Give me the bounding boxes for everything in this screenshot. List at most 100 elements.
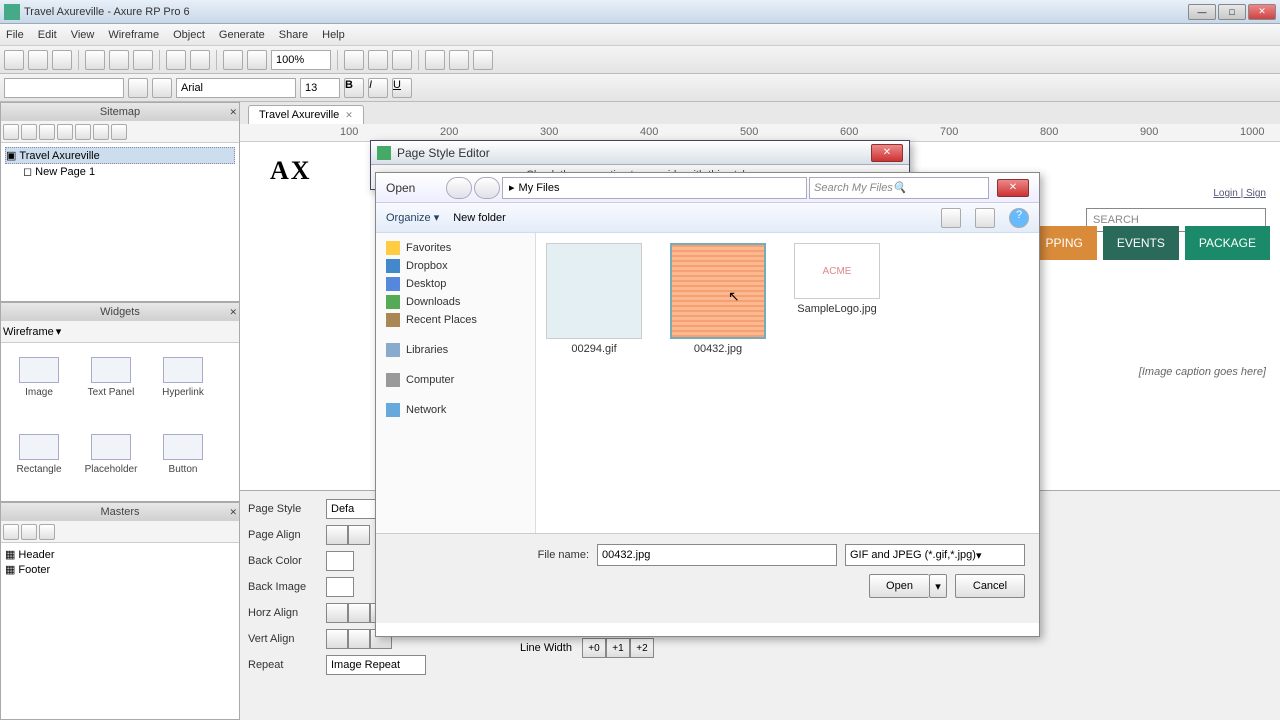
fontsize-select[interactable]: 13 <box>300 78 340 98</box>
italic-button[interactable]: I <box>368 78 388 98</box>
tree-child[interactable]: ◻ New Page 1 <box>23 164 235 179</box>
view-mode-button[interactable] <box>941 208 961 228</box>
masters-close-icon[interactable]: ✕ <box>229 507 237 518</box>
widget-button[interactable]: Button <box>149 424 217 484</box>
widget-hyperlink[interactable]: Hyperlink <box>149 347 217 407</box>
side-dropbox[interactable]: Dropbox <box>376 257 535 275</box>
tree-root[interactable]: ▣ Travel Axureville <box>5 147 235 164</box>
undo-button[interactable] <box>166 50 186 70</box>
lw-0[interactable]: +0 <box>582 638 606 658</box>
redo-button[interactable] <box>190 50 210 70</box>
computer-group[interactable]: Computer <box>376 371 535 389</box>
search-page-button[interactable] <box>111 124 127 140</box>
master-tool-b[interactable] <box>21 524 37 540</box>
paint-button[interactable] <box>128 78 148 98</box>
widget-image[interactable]: Image <box>5 347 73 407</box>
new-folder-button[interactable]: New folder <box>453 212 506 224</box>
new-button[interactable] <box>4 50 24 70</box>
minimize-button[interactable]: — <box>1188 4 1216 20</box>
tool-b[interactable] <box>247 50 267 70</box>
menu-generate[interactable]: Generate <box>219 29 265 41</box>
network-group[interactable]: Network <box>376 401 535 419</box>
save-button[interactable] <box>52 50 72 70</box>
widget-textpanel[interactable]: Text Panel <box>77 347 145 407</box>
tab-close-icon[interactable]: ✕ <box>345 110 353 121</box>
preview-pane-button[interactable] <box>975 208 995 228</box>
align-left-button[interactable] <box>344 50 364 70</box>
help-button[interactable]: ? <box>1009 208 1029 228</box>
align-right-button[interactable] <box>392 50 412 70</box>
move-down-button[interactable] <box>39 124 55 140</box>
halign-l[interactable] <box>326 603 348 623</box>
valign-t[interactable] <box>326 629 348 649</box>
organize-menu[interactable]: Organize ▾ <box>386 211 439 224</box>
zoom-select[interactable]: 100% <box>271 50 331 70</box>
menu-share[interactable]: Share <box>279 29 308 41</box>
nav-shopping[interactable]: PPING <box>1032 226 1097 260</box>
open-button[interactable] <box>28 50 48 70</box>
cut-button[interactable] <box>85 50 105 70</box>
maximize-button[interactable]: □ <box>1218 4 1246 20</box>
lw-2[interactable]: +2 <box>630 638 654 658</box>
add-page-button[interactable] <box>3 124 19 140</box>
breadcrumb[interactable]: ▸ My Files <box>502 177 807 199</box>
delete-page-button[interactable] <box>93 124 109 140</box>
file-item[interactable]: 00294.gif <box>546 243 642 355</box>
bold-button[interactable]: B <box>344 78 364 98</box>
menu-file[interactable]: File <box>6 29 24 41</box>
file-item[interactable]: ACME SampleLogo.jpg <box>794 243 880 315</box>
open-split-button[interactable]: ▾ <box>929 574 947 598</box>
copy-button[interactable] <box>109 50 129 70</box>
halign-c[interactable] <box>348 603 370 623</box>
align-center[interactable] <box>348 525 370 545</box>
close-button[interactable]: ✕ <box>1248 4 1276 20</box>
align-center-button[interactable] <box>368 50 388 70</box>
back-image-button[interactable] <box>326 577 354 597</box>
side-downloads[interactable]: Downloads <box>376 293 535 311</box>
menu-view[interactable]: View <box>71 29 95 41</box>
sitemap-close-icon[interactable]: ✕ <box>229 107 237 118</box>
nav-events[interactable]: EVENTS <box>1103 226 1179 260</box>
master-footer[interactable]: ▦ Footer <box>5 562 235 577</box>
ungroup-button[interactable] <box>449 50 469 70</box>
menu-wireframe[interactable]: Wireframe <box>108 29 159 41</box>
filetype-select[interactable]: GIF and JPEG (*.gif,*.jpg) ▾ <box>845 544 1025 566</box>
master-header[interactable]: ▦ Header <box>5 547 235 562</box>
file-item-selected[interactable]: 00432.jpg <box>670 243 766 355</box>
font-select[interactable]: Arial <box>176 78 296 98</box>
widgets-close-icon[interactable]: ✕ <box>229 307 237 318</box>
canvas-tab[interactable]: Travel Axureville✕ <box>248 105 364 124</box>
menu-object[interactable]: Object <box>173 29 205 41</box>
move-up-button[interactable] <box>21 124 37 140</box>
lock-button[interactable] <box>473 50 493 70</box>
nav-fwd-button[interactable] <box>474 177 500 199</box>
nav-back-button[interactable] <box>446 177 472 199</box>
widget-placeholder[interactable]: Placeholder <box>77 424 145 484</box>
widget-rectangle[interactable]: Rectangle <box>5 424 73 484</box>
format-button[interactable] <box>152 78 172 98</box>
favorites-group[interactable]: Favorites <box>376 239 535 257</box>
align-left[interactable] <box>326 525 348 545</box>
widgets-filter[interactable]: Wireframe <box>3 326 54 338</box>
filename-input[interactable]: 00432.jpg <box>597 544 837 566</box>
open-close-button[interactable]: ✕ <box>997 179 1029 197</box>
add-master-button[interactable] <box>3 524 19 540</box>
pse-close-button[interactable]: ✕ <box>871 144 903 162</box>
group-button[interactable] <box>425 50 445 70</box>
libraries-group[interactable]: Libraries <box>376 341 535 359</box>
master-tool-c[interactable] <box>39 524 55 540</box>
paste-button[interactable] <box>133 50 153 70</box>
style-select[interactable] <box>4 78 124 98</box>
outdent-button[interactable] <box>57 124 73 140</box>
repeat-select[interactable]: Image Repeat <box>326 655 426 675</box>
tool-a[interactable] <box>223 50 243 70</box>
lw-1[interactable]: +1 <box>606 638 630 658</box>
underline-button[interactable]: U <box>392 78 412 98</box>
back-color-swatch[interactable] <box>326 551 354 571</box>
valign-m[interactable] <box>348 629 370 649</box>
side-recent[interactable]: Recent Places <box>376 311 535 329</box>
menu-help[interactable]: Help <box>322 29 345 41</box>
open-file-button[interactable]: Open <box>869 574 929 598</box>
indent-button[interactable] <box>75 124 91 140</box>
search-input[interactable]: Search My Files 🔍 <box>809 177 989 199</box>
